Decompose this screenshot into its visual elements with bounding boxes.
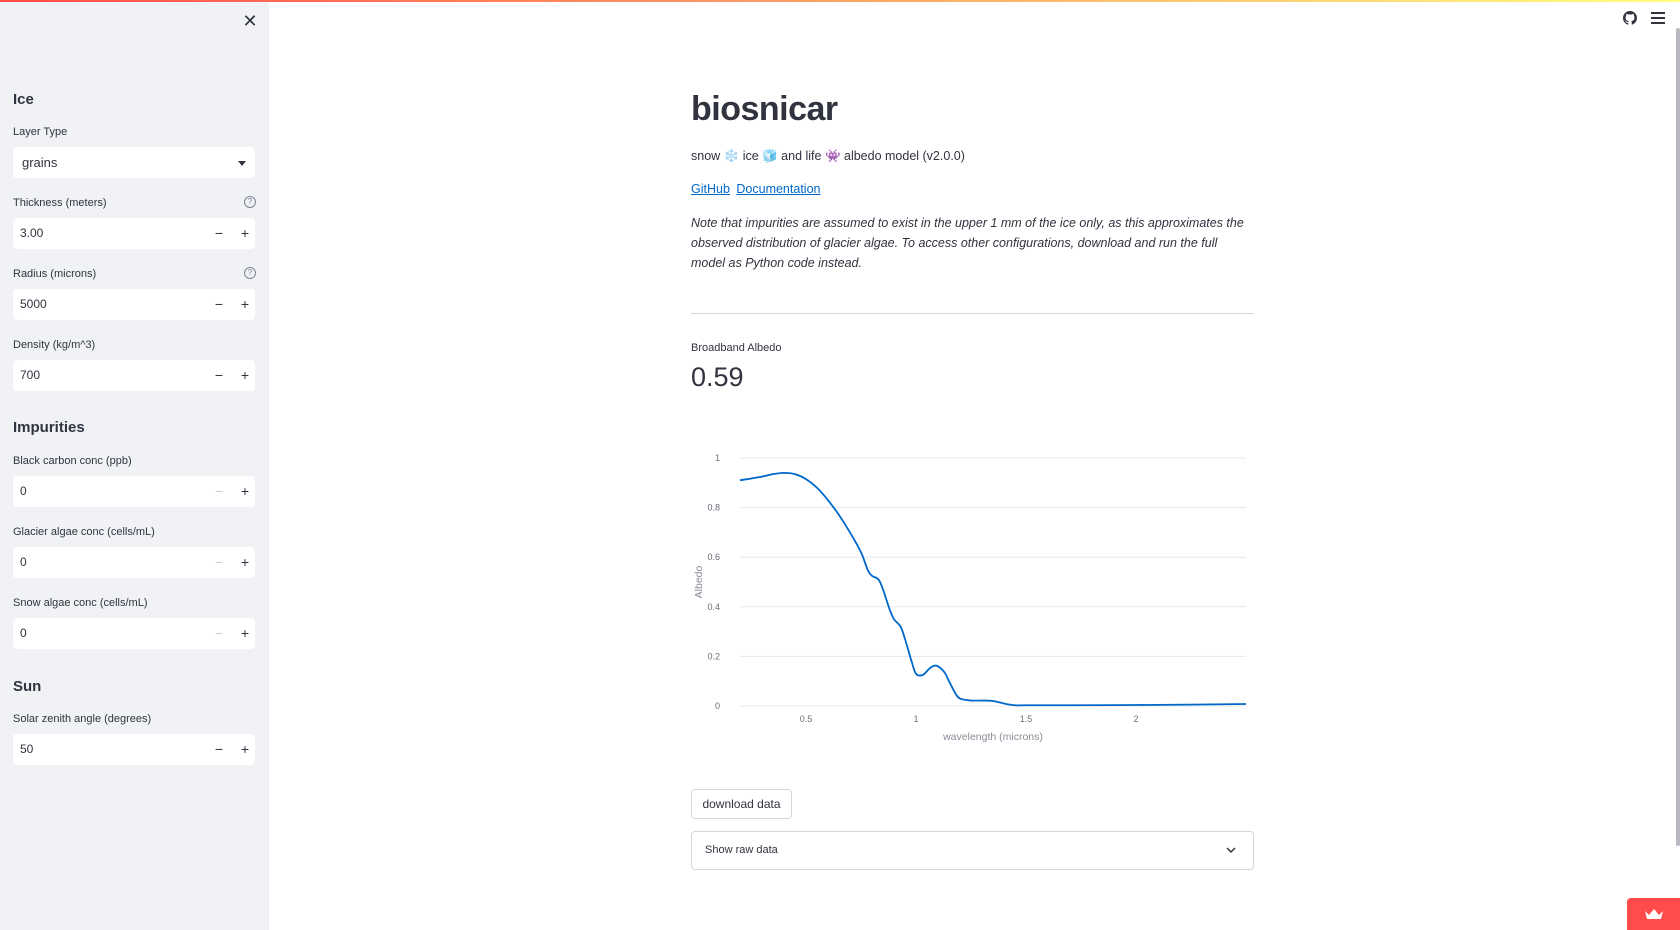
- section-heading-sun: Sun: [13, 678, 42, 695]
- thickness-decrement-button[interactable]: −: [209, 222, 229, 244]
- hamburger-menu-icon[interactable]: [1651, 12, 1665, 24]
- subtitle: snow ❄️ ice 🧊 and life 👾 albedo model (v…: [691, 149, 965, 163]
- zenith-decrement-button[interactable]: −: [209, 738, 229, 760]
- chevron-down-icon: [238, 161, 246, 166]
- layer-type-label: Layer Type: [13, 126, 68, 138]
- metric-value: 0.59: [691, 362, 744, 392]
- help-icon[interactable]: ?: [244, 196, 256, 208]
- density-increment-button[interactable]: +: [235, 364, 255, 386]
- layer-type-select[interactable]: grains: [13, 147, 255, 178]
- x-tick-label: 2: [1133, 714, 1138, 724]
- radius-value[interactable]: 5000: [20, 297, 47, 311]
- show-raw-data-expander[interactable]: Show raw data: [691, 831, 1254, 870]
- crown-icon: [1645, 909, 1663, 919]
- glacier-algae-value[interactable]: 0: [20, 555, 27, 569]
- y-tick-label: 0.8: [707, 503, 720, 513]
- section-heading-ice: Ice: [13, 91, 34, 108]
- y-tick-label: 0: [715, 701, 720, 711]
- metric-label: Broadband Albedo: [691, 342, 782, 354]
- help-icon[interactable]: ?: [244, 267, 256, 279]
- snow-algae-value[interactable]: 0: [20, 626, 27, 640]
- radius-label: Radius (microns): [13, 268, 97, 280]
- expander-label: Show raw data: [705, 844, 778, 856]
- zenith-input[interactable]: 50 − +: [13, 734, 255, 765]
- note-text: Note that impurities are assumed to exis…: [691, 216, 1244, 270]
- thickness-input[interactable]: 3.00 − +: [13, 218, 255, 249]
- snow-algae-label: Snow algae conc (cells/mL): [13, 597, 148, 609]
- close-icon: ✕: [242, 11, 258, 31]
- radius-input[interactable]: 5000 − +: [13, 289, 255, 320]
- y-tick-label: 1: [715, 453, 720, 463]
- density-value[interactable]: 700: [20, 368, 40, 382]
- density-label: Density (kg/m^3): [13, 339, 96, 351]
- download-data-button[interactable]: download data: [691, 789, 792, 819]
- snow-algae-decrement-button[interactable]: −: [209, 622, 229, 644]
- glacier-algae-input[interactable]: 0 − +: [13, 547, 255, 578]
- snow-algae-increment-button[interactable]: +: [235, 622, 255, 644]
- black-carbon-input[interactable]: 0 − +: [13, 476, 255, 507]
- page-title: biosnicar: [691, 90, 838, 128]
- snow-algae-input[interactable]: 0 − +: [13, 618, 255, 649]
- section-heading-impurities: Impurities: [13, 419, 85, 436]
- top-decoration-bar: [0, 0, 1680, 2]
- chevron-down-icon: [1226, 847, 1236, 854]
- links-row: GitHub Documentation: [691, 182, 823, 196]
- radius-decrement-button[interactable]: −: [209, 293, 229, 315]
- sidebar: ✕ Ice Layer Type grains Thickness (meter…: [0, 0, 269, 930]
- glacier-algae-decrement-button[interactable]: −: [209, 551, 229, 573]
- albedo-chart-svg: 0 0.2 0.4 0.6 0.8 1 0.5 1 1.5 2 wavelength (micron…: [693, 453, 1247, 743]
- github-icon[interactable]: [1623, 11, 1637, 25]
- density-decrement-button[interactable]: −: [209, 364, 229, 386]
- y-tick-label: 0.6: [707, 552, 720, 562]
- scrollbar[interactable]: [1676, 28, 1680, 846]
- zenith-value[interactable]: 50: [20, 742, 33, 756]
- github-link[interactable]: GitHub: [691, 182, 730, 196]
- layer-type-value: grains: [22, 155, 58, 170]
- close-sidebar-button[interactable]: ✕: [240, 11, 260, 31]
- zenith-increment-button[interactable]: +: [235, 738, 255, 760]
- y-axis-label: Albedo: [693, 565, 705, 598]
- black-carbon-label: Black carbon conc (ppb): [13, 455, 132, 467]
- albedo-chart[interactable]: 0 0.2 0.4 0.6 0.8 1 0.5 1 1.5 2 wavelength (micron…: [690, 440, 1254, 750]
- y-tick-label: 0.2: [707, 651, 720, 661]
- black-carbon-value[interactable]: 0: [20, 484, 27, 498]
- documentation-link[interactable]: Documentation: [736, 182, 820, 196]
- thickness-increment-button[interactable]: +: [235, 222, 255, 244]
- divider: [691, 313, 1254, 314]
- x-axis-label: wavelength (microns): [942, 731, 1043, 743]
- x-tick-label: 0.5: [800, 714, 813, 724]
- x-tick-label: 1: [913, 714, 918, 724]
- streamlit-badge[interactable]: [1627, 898, 1680, 930]
- black-carbon-increment-button[interactable]: +: [235, 480, 255, 502]
- thickness-value[interactable]: 3.00: [20, 226, 43, 240]
- zenith-label: Solar zenith angle (degrees): [13, 713, 152, 725]
- x-tick-label: 1.5: [1020, 714, 1033, 724]
- thickness-label: Thickness (meters): [13, 197, 107, 209]
- density-input[interactable]: 700 − +: [13, 360, 255, 391]
- black-carbon-decrement-button[interactable]: −: [209, 480, 229, 502]
- radius-increment-button[interactable]: +: [235, 293, 255, 315]
- glacier-algae-increment-button[interactable]: +: [235, 551, 255, 573]
- glacier-algae-label: Glacier algae conc (cells/mL): [13, 526, 155, 538]
- y-tick-label: 0.4: [707, 602, 720, 612]
